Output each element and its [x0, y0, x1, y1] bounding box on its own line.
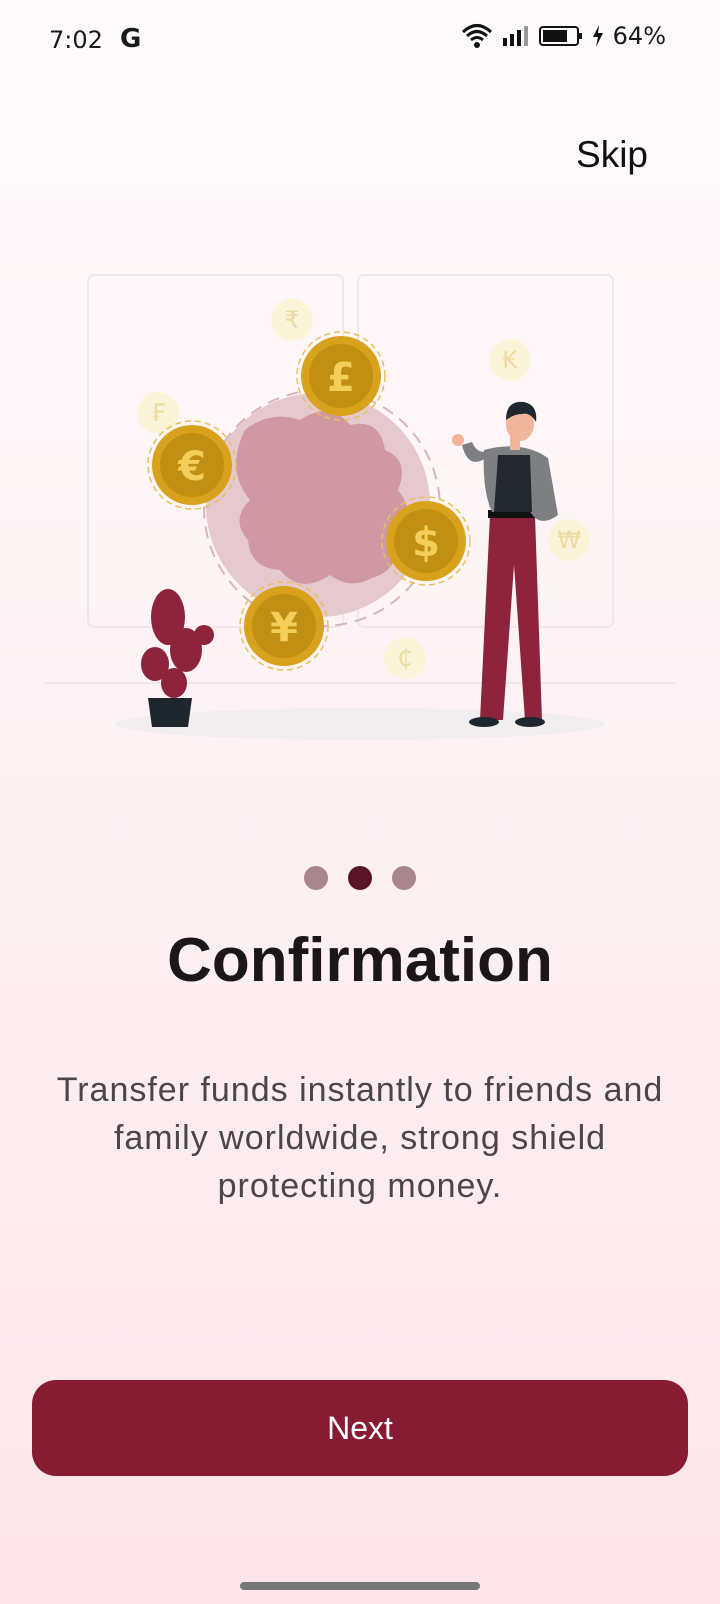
svg-text:€: € — [177, 444, 206, 490]
page-title: Confirmation — [167, 926, 553, 995]
man-figure — [452, 401, 558, 727]
page-indicator — [0, 866, 720, 890]
svg-text:₭: ₭ — [502, 346, 518, 374]
page-description: Transfer funds instantly to friends and … — [56, 1071, 664, 1205]
google-icon: G — [120, 24, 142, 54]
battery-percent: 64% — [612, 22, 666, 50]
faint-kip-coin: ₭ — [489, 339, 531, 381]
status-time: 7:02 — [49, 26, 103, 54]
euro-coin: € — [147, 420, 237, 510]
skip-button[interactable]: Skip — [576, 134, 648, 176]
page-dot-1[interactable] — [304, 866, 328, 890]
status-bar: 7:02 G 64% — [0, 0, 720, 84]
signal-icon — [502, 26, 528, 46]
next-button[interactable]: Next — [32, 1380, 688, 1476]
svg-text:₩: ₩ — [557, 526, 581, 554]
faint-won-coin: ₩ — [548, 519, 590, 561]
wifi-icon — [461, 24, 492, 48]
dollar-coin: $ — [381, 496, 471, 586]
page-dot-2-active[interactable] — [348, 866, 372, 890]
svg-text:₵: ₵ — [397, 644, 412, 672]
svg-text:₹: ₹ — [284, 306, 299, 334]
svg-text:₣: ₣ — [150, 399, 165, 427]
charging-icon — [592, 25, 603, 47]
svg-text:$: $ — [412, 520, 440, 566]
onboarding-illustration: ₹ ₭ ₣ ₩ ₵ £ € $ ¥ — [45, 274, 675, 740]
yen-coin: ¥ — [239, 581, 329, 671]
status-icons: 64% — [461, 22, 666, 50]
svg-text:¥: ¥ — [270, 605, 298, 651]
battery-icon — [538, 26, 582, 46]
svg-text:£: £ — [327, 355, 355, 401]
faint-franc-coin: ₣ — [137, 392, 179, 434]
page-dot-3[interactable] — [392, 866, 416, 890]
home-indicator[interactable] — [240, 1582, 480, 1590]
faint-cedi-coin: ₵ — [384, 637, 426, 679]
cactus-plant — [141, 589, 214, 727]
faint-rupee-coin: ₹ — [271, 299, 313, 341]
pound-coin: £ — [296, 331, 386, 421]
